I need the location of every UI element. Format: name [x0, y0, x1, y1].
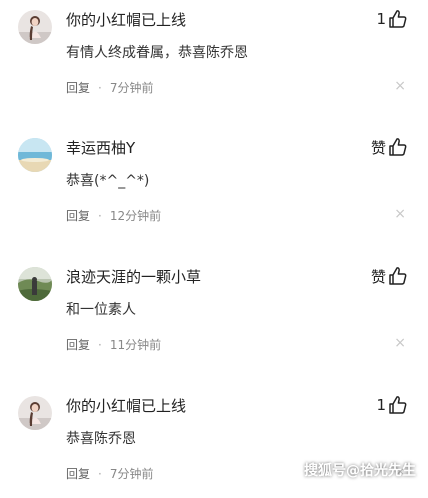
- comment-item: 浪迹天涯的一颗小草 赞 和一位素人 回复 · 11分钟前 ×: [0, 257, 428, 369]
- like-label: 赞: [370, 267, 386, 286]
- close-icon[interactable]: ×: [394, 79, 406, 93]
- thumbs-up-icon: [388, 395, 408, 415]
- watermark: 搜狐号@拾光先生: [304, 463, 416, 479]
- separator-dot: ·: [98, 208, 102, 223]
- comment-item: 你的小红帽已上线 1 有情人终成眷属，恭喜陈乔恩 回复 · 7分钟前 ×: [0, 0, 428, 112]
- girl-photo-icon: [18, 396, 52, 430]
- like-button[interactable]: 赞: [371, 136, 408, 158]
- timestamp: 7分钟前: [109, 81, 154, 95]
- comment-meta: 回复 · 12分钟前: [66, 207, 161, 224]
- reply-button[interactable]: 回复: [66, 79, 90, 96]
- close-icon[interactable]: ×: [394, 207, 406, 221]
- comment-meta: 回复 · 7分钟前: [66, 79, 153, 96]
- comment-text: 和一位素人: [66, 302, 136, 318]
- reply-button[interactable]: 回复: [66, 207, 90, 224]
- thumbs-up-icon: [388, 137, 408, 157]
- comment-text: 有情人终成眷属，恭喜陈乔恩: [66, 45, 248, 61]
- username[interactable]: 幸运西柚Y: [66, 137, 135, 158]
- avatar[interactable]: [18, 267, 52, 301]
- like-button[interactable]: 赞: [371, 265, 408, 287]
- reply-button[interactable]: 回复: [66, 336, 90, 353]
- separator-dot: ·: [98, 337, 102, 352]
- thumbs-up-icon: [388, 9, 408, 29]
- girl-photo-icon: [18, 10, 52, 44]
- thumbs-up-icon: [388, 266, 408, 286]
- username[interactable]: 你的小红帽已上线: [66, 9, 186, 30]
- timestamp: 12分钟前: [109, 209, 162, 223]
- like-button[interactable]: 1: [376, 394, 408, 416]
- timestamp: 11分钟前: [109, 338, 162, 352]
- username[interactable]: 浪迹天涯的一颗小草: [66, 266, 201, 287]
- timestamp: 7分钟前: [109, 467, 154, 481]
- reply-button[interactable]: 回复: [66, 465, 90, 482]
- like-button[interactable]: 1: [376, 8, 408, 30]
- username[interactable]: 你的小红帽已上线: [66, 395, 186, 416]
- separator-dot: ·: [98, 466, 102, 481]
- comment-meta: 回复 · 11分钟前: [66, 336, 161, 353]
- landscape-photo-icon: [18, 267, 52, 301]
- close-icon[interactable]: ×: [394, 336, 406, 350]
- comment-text: 恭喜(*^_^*): [66, 173, 150, 189]
- separator-dot: ·: [98, 80, 102, 95]
- avatar[interactable]: [18, 10, 52, 44]
- comment-item: 你的小红帽已上线 1 恭喜陈乔恩 回复 · 7分钟前 ×: [0, 386, 428, 498]
- avatar[interactable]: [18, 138, 52, 172]
- comment-item: 幸运西柚Y 赞 恭喜(*^_^*) 回复 · 12分钟前 ×: [0, 128, 428, 240]
- beach-photo-icon: [18, 138, 52, 172]
- like-label: 赞: [370, 138, 386, 157]
- like-count: 1: [376, 396, 386, 414]
- comment-meta: 回复 · 7分钟前: [66, 465, 153, 482]
- avatar[interactable]: [18, 396, 52, 430]
- comment-text: 恭喜陈乔恩: [66, 431, 136, 447]
- like-count: 1: [376, 10, 386, 28]
